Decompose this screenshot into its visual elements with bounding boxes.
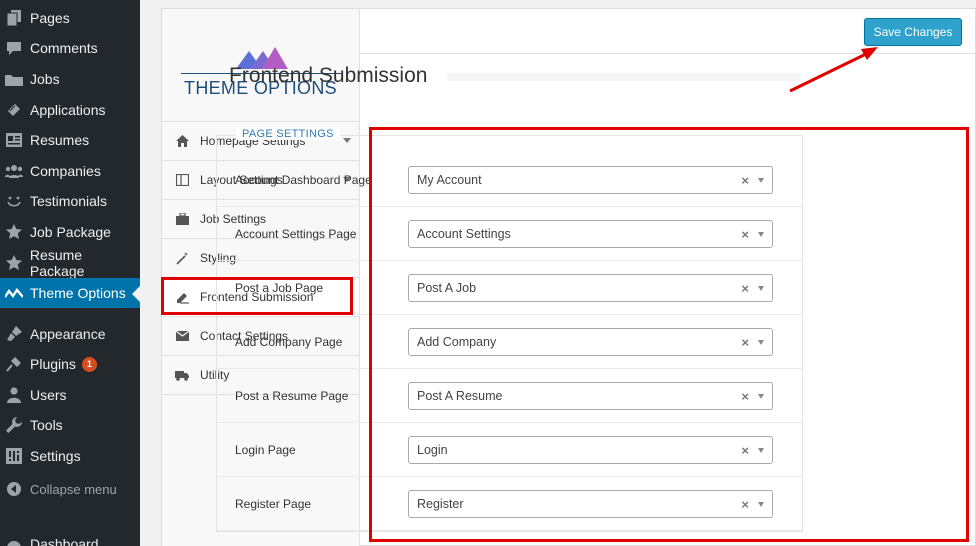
menu-item-jobs[interactable]: Jobs: [0, 64, 140, 94]
menu-label: Resumes: [30, 132, 90, 148]
field-label: Account Settings Page: [235, 227, 357, 241]
utility-icon: [175, 368, 189, 382]
resumes-icon: [5, 131, 23, 149]
collapse-icon: [5, 480, 23, 498]
page-title: Frontend Submission: [229, 64, 428, 87]
menu-item-applications[interactable]: Applications: [0, 95, 140, 125]
menu-item-tools[interactable]: Tools: [0, 410, 140, 440]
menu-label: Appearance: [30, 326, 106, 342]
theme-options-icon: [5, 284, 23, 302]
field-label: Account Dashboard Page: [235, 173, 372, 187]
menu-item-comments[interactable]: Comments: [0, 33, 140, 63]
pages-icon: [5, 9, 23, 27]
magic-wand-icon: [175, 251, 189, 265]
comments-icon: [5, 39, 23, 57]
menu-label: Plugins: [30, 356, 76, 372]
active-indicator: [132, 286, 140, 302]
home-icon: [175, 134, 189, 148]
applications-icon: [5, 101, 23, 119]
options-toolbar: Save Changes: [360, 9, 975, 54]
star-icon: [5, 254, 23, 272]
menu-item-resumes[interactable]: Resumes: [0, 125, 140, 155]
testimonials-icon: [5, 192, 23, 210]
menu-label: Users: [30, 387, 67, 403]
menu-label: Comments: [30, 40, 98, 56]
menu-label: Job Package: [30, 224, 111, 240]
menu-label: Jobs: [30, 71, 60, 87]
menu-label: Testimonials: [30, 193, 108, 209]
save-changes-button[interactable]: Save Changes: [864, 18, 962, 46]
menu-label: Collapse menu: [30, 481, 117, 497]
menu-label: Dashboard: [30, 536, 99, 546]
envelope-icon: [175, 329, 189, 343]
settings-icon: [5, 447, 23, 465]
dashboard-icon: [5, 535, 23, 546]
menu-item-theme-options[interactable]: Theme Options: [0, 278, 140, 308]
menu-item-settings[interactable]: Settings: [0, 441, 140, 471]
wrench-icon: [5, 416, 23, 434]
field-label: Add Company Page: [235, 335, 343, 349]
menu-label: Theme Options: [30, 285, 126, 301]
menu-label: Settings: [30, 448, 81, 464]
field-label: Register Page: [235, 497, 312, 511]
menu-label: Pages: [30, 10, 70, 26]
field-label: Login Page: [235, 443, 296, 457]
field-label: Post a Resume Page: [235, 389, 349, 403]
layout-icon: [175, 173, 189, 187]
menu-label: Companies: [30, 163, 101, 179]
menu-item-testimonials[interactable]: Testimonials: [0, 186, 140, 216]
menu-item-appearance[interactable]: Appearance: [0, 319, 140, 349]
user-icon: [5, 386, 23, 404]
jobs-icon: [5, 70, 23, 88]
menu-item-plugins[interactable]: Plugins 1: [0, 349, 140, 379]
admin-sidebar: Pages Comments Jobs Applications Resumes…: [0, 0, 140, 546]
briefcase-icon: [175, 212, 189, 226]
update-count-badge: 1: [81, 356, 97, 372]
brush-icon: [5, 325, 23, 343]
menu-item-resume-package[interactable]: Resume Package: [0, 247, 140, 279]
highlight-frontend-submission: [161, 277, 353, 315]
title-divider: [447, 73, 801, 81]
menu-label: Applications: [30, 102, 106, 118]
plugin-icon: [5, 355, 23, 373]
menu-label: Resume Package: [29, 247, 85, 279]
menu-item-users[interactable]: Users: [0, 380, 140, 410]
menu-item-companies[interactable]: Companies: [0, 156, 140, 186]
companies-icon: [5, 162, 23, 180]
menu-item-job-package[interactable]: Job Package: [0, 217, 140, 247]
menu-label: Tools: [30, 417, 63, 433]
fieldset-legend: PAGE SETTINGS: [236, 128, 340, 140]
collapse-menu-button[interactable]: Collapse menu: [0, 474, 140, 504]
menu-item-pages[interactable]: Pages: [0, 3, 140, 33]
menu-item-dashboard[interactable]: Dashboard: [0, 529, 140, 546]
highlight-page-settings: [369, 127, 969, 542]
star-icon: [5, 223, 23, 241]
